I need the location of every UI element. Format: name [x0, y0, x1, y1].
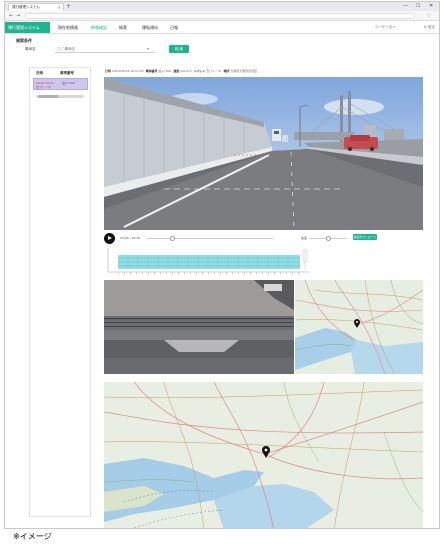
- info-date: 2023/04/22 10:51:05: [111, 69, 144, 73]
- nav-reports[interactable]: 帳票: [119, 22, 127, 33]
- play-button[interactable]: [104, 233, 115, 244]
- secondary-camera-image[interactable]: [104, 280, 294, 374]
- settings-link[interactable]: ⚙ 設定: [424, 22, 435, 33]
- small-map-graphic: [295, 280, 423, 374]
- download-video-button[interactable]: 動画ダウンロード: [353, 234, 377, 240]
- url-field[interactable]: [25, 13, 415, 19]
- back-arrow-icon[interactable]: ←: [9, 12, 13, 20]
- info-location-label: 場所: [223, 69, 230, 73]
- speed-label: 速度: [301, 236, 308, 240]
- nav-daily-report[interactable]: 日報: [170, 22, 178, 33]
- list-scrollbar[interactable]: [36, 95, 84, 98]
- vehicle-name-label: 車両名: [25, 47, 36, 51]
- location-map-large[interactable]: [104, 382, 423, 528]
- nav-driving-tendency[interactable]: 運転傾向: [142, 22, 158, 33]
- info-speed-label: 速度: [173, 69, 180, 73]
- large-map-graphic: [104, 382, 423, 528]
- dashcam-video[interactable]: [104, 77, 423, 230]
- nav-current-location[interactable]: 現在地情報: [58, 22, 78, 33]
- dashcam-scene: [104, 77, 423, 230]
- browser-tab[interactable]: 運行管理システム ×: [8, 3, 64, 11]
- minimize-icon[interactable]: —: [403, 2, 408, 10]
- secondary-camera-scene: [104, 280, 294, 374]
- list-item[interactable]: 04/22 10:51 品川 500 急ブレーキ: [33, 78, 88, 90]
- close-tab-icon[interactable]: ×: [58, 4, 61, 11]
- info-event-label: イベント: [193, 69, 206, 73]
- app-header: 運行管理システム 現在地情報 映像確認 帳票 運転傾向 日報 ユーザー名 ▾ ⚙…: [5, 21, 439, 34]
- address-bar-row: ← → ☆: [5, 11, 439, 21]
- list-scrollbar-thumb[interactable]: [38, 95, 58, 98]
- image-caption: ※イメージ: [13, 532, 52, 541]
- speed-slider-handle[interactable]: [326, 236, 331, 241]
- list-item-event: 急ブレーキ: [36, 85, 52, 89]
- app-title[interactable]: 運行管理システム: [5, 22, 50, 33]
- info-date-label: 日時: [105, 69, 112, 73]
- user-menu[interactable]: ユーザー名 ▾: [375, 22, 395, 33]
- browser-tab-title: 運行管理システム: [12, 5, 40, 9]
- seek-bar[interactable]: [147, 238, 273, 239]
- forward-arrow-icon[interactable]: →: [16, 12, 20, 20]
- search-button[interactable]: 検 索: [169, 45, 189, 53]
- info-event: 急ブレーキ: [206, 69, 222, 73]
- new-tab-icon[interactable]: +: [66, 3, 71, 10]
- event-list-panel: 日時 車両番号 04/22 10:51 品川 500 急ブレーキ: [29, 67, 91, 517]
- seek-handle[interactable]: [170, 236, 175, 241]
- acceleration-timeline[interactable]: [104, 246, 312, 276]
- search-section-title: 検索条件: [16, 38, 32, 43]
- info-vehicle: 品川 500: [158, 69, 172, 73]
- location-map-small[interactable]: [295, 280, 423, 374]
- timeline-graph: [107, 248, 309, 275]
- vehicle-name-input[interactable]: [55, 45, 155, 53]
- list-item-vehicle: 品川 500: [62, 81, 75, 85]
- list-header-time: 日時: [36, 71, 43, 75]
- nav-video-check[interactable]: 映像確認: [91, 22, 107, 33]
- browser-window: 運行管理システム × + — ☐ ✕ ← → ☆ 運行管理システム 現在地情報 …: [4, 1, 440, 529]
- event-info-bar: 日時 2023/04/22 10:51:05 車両番号 品川 500 速度 54…: [105, 68, 430, 75]
- list-header-vehicle: 車両番号: [60, 71, 74, 75]
- chevron-down-icon[interactable]: ▾: [147, 46, 149, 52]
- bookmark-star-icon[interactable]: ☆: [427, 12, 431, 20]
- close-window-icon[interactable]: ✕: [429, 2, 433, 10]
- info-vehicle-label: 車両番号: [145, 69, 158, 73]
- info-location: 大阪府大阪市此花区: [230, 69, 258, 73]
- playback-time: 00:06 / 00:30: [120, 236, 141, 240]
- browser-tab-strip: 運行管理システム × + — ☐ ✕: [5, 2, 439, 11]
- info-speed: 54km/h: [180, 69, 192, 73]
- maximize-icon[interactable]: ☐: [416, 2, 420, 10]
